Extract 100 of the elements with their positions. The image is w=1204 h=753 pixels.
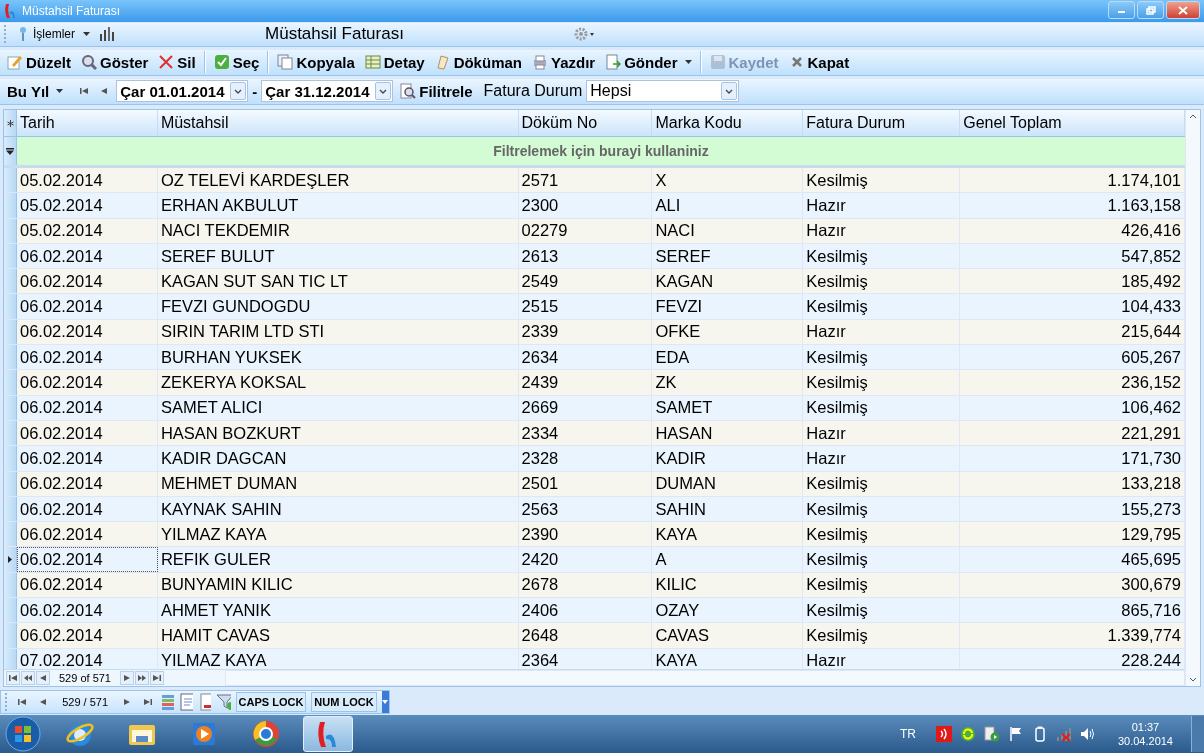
toolbar-button[interactable]: Gönder bbox=[602, 53, 695, 71]
table-row[interactable]: 06.02.2014 SIRIN TARIM LTD STI 2339 OFKE Hazır 215,644 bbox=[4, 319, 1185, 346]
table-row[interactable]: 06.02.2014 BURHAN YUKSEK 2634 EDA Kesilmiş 605,267 bbox=[4, 345, 1185, 371]
toolbar-button[interactable]: Seç bbox=[210, 53, 263, 71]
table-row[interactable]: 06.02.2014 SAMET ALICI 2669 SAMET Kesilmiş 106,462 bbox=[4, 395, 1185, 421]
status-dropdown[interactable]: Hepsi bbox=[586, 80, 740, 103]
settings-icon[interactable] bbox=[574, 27, 596, 42]
clock-date[interactable]: 30.04.2014 bbox=[1117, 735, 1173, 747]
table-row[interactable]: 07.02.2014 YILMAZ KAYA 2364 KAYA Hazır 228.244 bbox=[4, 648, 1185, 669]
chart-icon[interactable] bbox=[98, 26, 116, 43]
table-cell: Kesilmiş bbox=[803, 471, 961, 496]
send-icon bbox=[605, 54, 622, 71]
record-position: 529 / 571 bbox=[61, 696, 110, 708]
toolbar-button[interactable]: Sil bbox=[155, 53, 199, 71]
column-header[interactable]: Marka Kodu bbox=[652, 110, 804, 136]
arrow-icon bbox=[23, 674, 33, 682]
table-row[interactable]: 06.02.2014 HAMIT CAVAS 2648 CAVAS Kesilmiş 1.339,774 bbox=[4, 623, 1185, 649]
dropdown-button[interactable] bbox=[721, 82, 738, 101]
table-row[interactable]: 06.02.2014 KAYNAK SAHIN 2563 SAHIN Kesilmiş 155,273 bbox=[4, 496, 1185, 523]
table-cell: 06.02.2014 bbox=[17, 269, 158, 294]
scroll-down-icon[interactable] bbox=[1189, 677, 1197, 682]
table-row[interactable]: 06.02.2014 YILMAZ KAYA 2390 KAYA Kesilmiş 129,795 bbox=[4, 522, 1185, 548]
table-cell: 06.02.2014 bbox=[17, 496, 158, 522]
table-cell: 2515 bbox=[518, 294, 653, 319]
table-cell: 2420 bbox=[518, 547, 653, 572]
table-cell: Hazır bbox=[803, 420, 961, 446]
volume-icon[interactable] bbox=[1079, 726, 1096, 742]
table-row[interactable]: 06.02.2014 BUNYAMIN KILIC 2678 KILIC Kesilmiş 300,679 bbox=[4, 572, 1185, 599]
restore-icon bbox=[1145, 5, 1156, 15]
dropdown-button[interactable] bbox=[230, 82, 247, 101]
column-header[interactable]: Tarih bbox=[17, 110, 158, 136]
page-icon[interactable] bbox=[197, 693, 211, 711]
table-cell: 06.02.2014 bbox=[17, 395, 158, 420]
previous-record-icon[interactable] bbox=[36, 671, 50, 685]
last-page-icon[interactable] bbox=[150, 671, 164, 685]
language-indicator[interactable]: TR bbox=[899, 727, 916, 741]
clock-time[interactable]: 01:37 bbox=[1131, 721, 1160, 733]
sync-icon[interactable] bbox=[959, 726, 976, 742]
document-icon[interactable] bbox=[179, 693, 193, 711]
taskbar-button[interactable] bbox=[303, 716, 353, 752]
toolbar-button[interactable]: Kopyala bbox=[274, 53, 358, 71]
table-row[interactable]: 06.02.2014 ZEKERYA KOKSAL 2439 ZK Kesilmiş 236,152 bbox=[4, 370, 1185, 396]
column-header[interactable]: Fatura Durum bbox=[803, 110, 961, 136]
table-row[interactable]: 06.02.2014 FEVZI GUNDOGDU 2515 FEVZI Kesilmiş 104,433 bbox=[4, 294, 1185, 320]
table-row[interactable]: 06.02.2014 HASAN BOZKURT 2334 HASAN Hazır 221,291 bbox=[4, 420, 1185, 447]
copy-icon bbox=[277, 54, 294, 71]
table-cell: Kesilmiş bbox=[803, 623, 961, 648]
table-cell: KAGAN bbox=[652, 269, 804, 294]
signal-icon[interactable] bbox=[935, 726, 952, 742]
filter-button[interactable]: Filitrele bbox=[397, 82, 476, 100]
restore-button[interactable] bbox=[1137, 1, 1164, 19]
table-row[interactable]: 05.02.2014 OZ TELEVİ KARDEŞLER 2571 X Kesilmiş 1.174,101 bbox=[4, 168, 1185, 194]
printer-icon bbox=[531, 54, 548, 71]
toolbar-button[interactable]: Döküman bbox=[431, 53, 525, 71]
end-date-field[interactable]: Çar 31.12.2014 bbox=[261, 80, 394, 103]
table-row[interactable]: 06.02.2014 KADIR DAGCAN 2328 KADIR Hazır 171,730 bbox=[4, 446, 1185, 472]
toolbar-button[interactable]: Detay bbox=[361, 53, 428, 71]
flag-icon[interactable] bbox=[1007, 726, 1024, 742]
record-position: 529 of 571 bbox=[58, 672, 112, 684]
close-button[interactable] bbox=[1166, 1, 1200, 19]
play-icon[interactable] bbox=[983, 726, 1000, 742]
table-row[interactable]: 06.02.2014 KAGAN SUT SAN TIC LT 2549 KAGAN Kesilmiş 185,492 bbox=[4, 269, 1185, 295]
table-cell: OFKE bbox=[652, 319, 804, 345]
dropdown-button[interactable] bbox=[375, 82, 392, 101]
minimize-button[interactable] bbox=[1108, 1, 1135, 19]
table-row[interactable]: 05.02.2014 ERHAN AKBULUT 2300 ALI Hazır 1.163,158 bbox=[4, 193, 1185, 219]
horizontal-scrollbar[interactable] bbox=[225, 670, 1185, 686]
next-page-icon[interactable] bbox=[135, 671, 149, 685]
table-row[interactable]: 05.02.2014 NACI TEKDEMIR 02279 NACI Hazır 426,416 bbox=[4, 218, 1185, 244]
table-cell: 06.02.2014 bbox=[17, 345, 158, 370]
scroll-up-icon[interactable] bbox=[1189, 114, 1197, 119]
first-page-icon[interactable] bbox=[6, 671, 20, 685]
table-row[interactable]: 06.02.2014 MEHMET DUMAN 2501 DUMAN Kesilmiş 133,218 bbox=[4, 471, 1185, 497]
vertical-scrollbar[interactable] bbox=[1185, 110, 1200, 686]
chevron-down-icon bbox=[379, 88, 388, 94]
filter-row[interactable]: Filtrelemek için burayi kullaniniz bbox=[17, 137, 1185, 165]
grid-icon[interactable] bbox=[161, 693, 175, 711]
toolbar-button[interactable]: Düzelt bbox=[4, 53, 74, 71]
column-header[interactable]: Müstahsil bbox=[157, 110, 519, 136]
overflow-button[interactable] bbox=[381, 691, 389, 713]
period-dropdown[interactable]: Bu Yıl bbox=[4, 82, 67, 100]
filter-add-icon[interactable] bbox=[215, 693, 231, 711]
table-cell: SAMET ALICI bbox=[157, 395, 519, 420]
operations-menu[interactable]: İşlemler bbox=[13, 26, 94, 43]
column-header[interactable]: Döküm No bbox=[518, 110, 653, 136]
previous-page-icon[interactable] bbox=[21, 671, 35, 685]
arrow-icon bbox=[99, 87, 110, 96]
start-date-field[interactable]: Çar 01.01.2014 bbox=[116, 80, 249, 103]
toolbar-button[interactable]: Göster bbox=[78, 53, 152, 71]
table-row[interactable]: 06.02.2014 SEREF BULUT 2613 SEREF Kesilmiş 547,852 bbox=[4, 243, 1185, 270]
table-row[interactable]: 06.02.2014 REFIK GULER 2420 A Kesilmiş 465,695 bbox=[4, 547, 1185, 573]
table-row[interactable]: 06.02.2014 AHMET YANIK 2406 OZAY Kesilmiş 865,716 bbox=[4, 598, 1185, 624]
asterisk-icon bbox=[6, 119, 14, 127]
toolbar-button[interactable]: Yazdır bbox=[528, 53, 599, 71]
next-record-icon[interactable] bbox=[120, 671, 134, 685]
row-selector[interactable] bbox=[4, 547, 17, 572]
toolbar-button[interactable]: Kapat bbox=[785, 53, 853, 71]
table-cell: FEVZI bbox=[652, 294, 804, 319]
table-cell: ZK bbox=[652, 370, 804, 395]
start-button[interactable] bbox=[3, 715, 43, 753]
